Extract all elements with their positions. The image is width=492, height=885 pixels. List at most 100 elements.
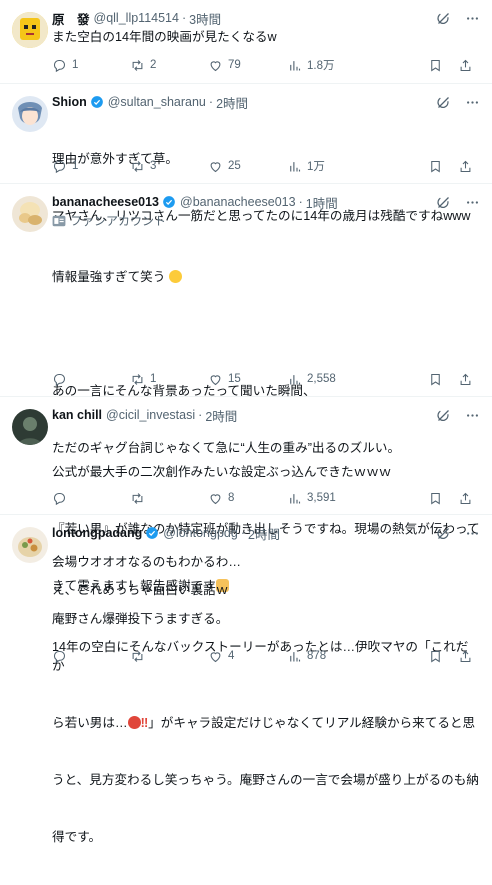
like-button[interactable]: 4 xyxy=(208,649,234,664)
like-count: 8 xyxy=(228,492,235,504)
avatar-image xyxy=(12,409,48,445)
views-button[interactable]: 878 xyxy=(287,649,326,664)
retweet-count: 1 xyxy=(150,373,157,385)
timestamp[interactable]: 2時間 xyxy=(216,93,248,112)
bookmark-icon xyxy=(431,373,440,385)
views-button[interactable]: 3,591 xyxy=(287,491,336,506)
avatar[interactable] xyxy=(12,196,48,232)
like-icon xyxy=(210,60,221,71)
more-icon[interactable] xyxy=(465,526,480,541)
reply-count: 1 xyxy=(72,160,79,172)
views-count: 3,591 xyxy=(307,492,336,504)
views-count: 1.8万 xyxy=(307,60,335,72)
bookmark-button[interactable] xyxy=(428,649,443,664)
tweet[interactable]: 原 發 @qll_llp114514 · 3時間 また空白の14年間の映画が見た… xyxy=(0,0,492,84)
reply-icon xyxy=(53,59,66,72)
grok-icon[interactable] xyxy=(436,95,451,110)
avatar[interactable] xyxy=(12,12,48,48)
views-count: 2,558 xyxy=(307,373,336,385)
fan-account-label: ファンアカウント xyxy=(52,212,480,230)
avatar-image xyxy=(12,96,48,132)
tweet-text: また空白の14年間の映画が見たくなるw xyxy=(52,30,277,44)
avatar[interactable] xyxy=(12,527,48,563)
avatar-image xyxy=(12,12,48,48)
more-icon[interactable] xyxy=(465,408,480,423)
grok-icon[interactable] xyxy=(436,195,451,210)
share-button[interactable] xyxy=(458,491,473,506)
share-icon xyxy=(460,650,471,662)
reply-icon xyxy=(53,373,66,386)
like-button[interactable]: 15 xyxy=(208,372,241,387)
views-button[interactable]: 2,558 xyxy=(287,372,336,387)
user-handle[interactable]: @qll_llp114514 xyxy=(94,11,179,25)
reply-icon xyxy=(53,492,66,505)
reply-button[interactable] xyxy=(52,649,72,664)
display-name[interactable]: Shion xyxy=(52,95,87,109)
user-handle[interactable]: @bananacheese013 xyxy=(180,195,296,209)
display-name[interactable]: kan chill xyxy=(52,408,102,422)
like-button[interactable]: 8 xyxy=(208,491,234,506)
like-count: 79 xyxy=(228,59,241,71)
views-icon xyxy=(290,374,301,384)
reply-icon xyxy=(53,650,66,663)
grok-icon[interactable] xyxy=(436,526,451,541)
share-icon xyxy=(460,160,471,172)
views-button[interactable]: 1.8万 xyxy=(287,57,335,73)
display-name[interactable]: lontongpadang xyxy=(52,526,142,540)
display-name[interactable]: bananacheese013 xyxy=(52,195,159,209)
retweet-icon xyxy=(132,59,143,71)
tweet[interactable]: bananacheese013 @bananacheese013 · 1時間 フ… xyxy=(0,184,492,626)
retweet-icon xyxy=(132,492,143,504)
reply-button[interactable]: 1 xyxy=(52,58,78,73)
verified-badge-icon xyxy=(146,527,159,539)
bookmark-button[interactable] xyxy=(428,491,443,506)
timestamp[interactable]: 1時間 xyxy=(306,193,338,212)
more-icon[interactable] xyxy=(465,195,480,210)
views-icon xyxy=(290,493,301,503)
tweet[interactable]: kan chill @cicil_investasi · 2時間 公式が最大手の… xyxy=(0,397,492,593)
share-button[interactable] xyxy=(458,58,473,73)
like-button[interactable]: 79 xyxy=(208,58,241,73)
retweet-button[interactable]: 3 xyxy=(130,159,156,174)
share-button[interactable] xyxy=(458,372,473,387)
retweet-icon xyxy=(132,160,143,172)
reply-icon xyxy=(53,160,66,173)
avatar-image xyxy=(12,196,48,232)
bookmark-button[interactable] xyxy=(428,159,443,174)
avatar[interactable] xyxy=(12,409,48,445)
bookmark-icon xyxy=(431,650,440,662)
user-handle[interactable]: @cicil_investasi xyxy=(106,408,195,422)
more-icon[interactable] xyxy=(465,95,480,110)
display-name[interactable]: 原 發 xyxy=(52,9,90,28)
user-handle[interactable]: @lontongpdg xyxy=(163,526,238,540)
share-button[interactable] xyxy=(458,159,473,174)
tweet[interactable]: Shion @sultan_sharanu · 2時間 理由が意外すぎて草。 マ… xyxy=(0,84,492,223)
retweet-button[interactable] xyxy=(130,491,150,506)
views-icon xyxy=(290,651,301,661)
timestamp[interactable]: 3時間 xyxy=(189,9,221,28)
bookmark-icon xyxy=(431,160,440,172)
reply-button[interactable] xyxy=(52,491,72,506)
timestamp[interactable]: 2時間 xyxy=(205,406,237,425)
reply-button[interactable] xyxy=(52,372,72,387)
bookmark-button[interactable] xyxy=(428,372,443,387)
grok-icon[interactable] xyxy=(436,408,451,423)
timestamp[interactable]: 2時間 xyxy=(248,524,280,543)
retweet-button[interactable]: 2 xyxy=(130,58,156,73)
bookmark-icon xyxy=(431,59,440,71)
like-button[interactable]: 25 xyxy=(208,159,241,174)
retweet-button[interactable]: 1 xyxy=(130,372,156,387)
avatar[interactable] xyxy=(12,96,48,132)
share-icon xyxy=(460,373,471,385)
reply-button[interactable]: 1 xyxy=(52,159,78,174)
more-icon[interactable] xyxy=(465,11,480,26)
bookmark-button[interactable] xyxy=(428,58,443,73)
user-handle[interactable]: @sultan_sharanu xyxy=(108,95,206,109)
retweet-icon xyxy=(132,650,143,662)
views-button[interactable]: 1万 xyxy=(287,158,325,174)
retweet-button[interactable] xyxy=(130,649,150,664)
bookmark-icon xyxy=(431,492,440,504)
share-button[interactable] xyxy=(458,649,473,664)
grok-icon[interactable] xyxy=(436,11,451,26)
tweet[interactable]: lontongpadang @lontongpdg · 2時間 え、これめっちゃ… xyxy=(0,515,492,844)
